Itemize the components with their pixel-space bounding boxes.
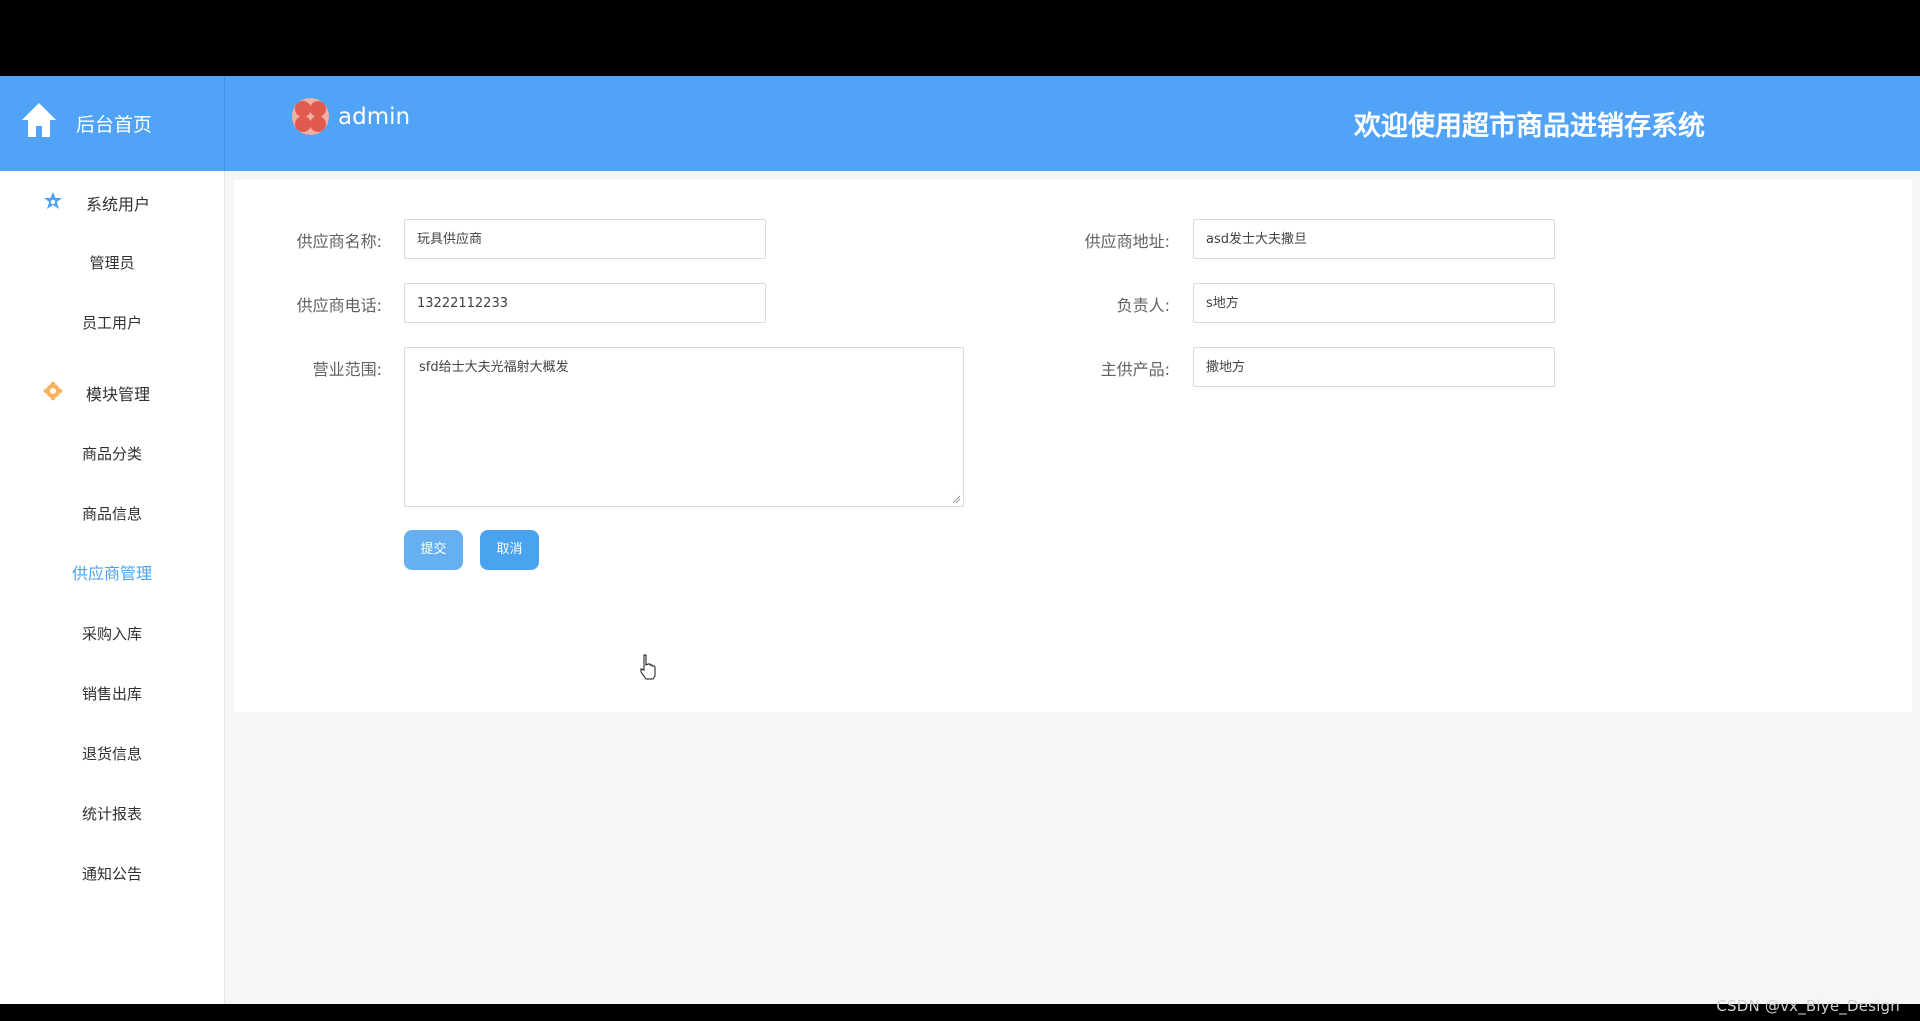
- menu-item-return-info[interactable]: 退货信息: [0, 724, 224, 784]
- app-shell: 后台首页 admin 欢迎使用超市商品进销存系统 系统用户 管理员 员工用户 模…: [0, 76, 1920, 1004]
- supplier-name-label: 供应商名称:: [296, 232, 382, 251]
- menu-item-notice[interactable]: 通知公告: [0, 844, 224, 904]
- gear-icon: [43, 381, 63, 401]
- supplier-form-card: 供应商名称: 玩具供应商 供应商地址: asd发士大夫撒旦 供应商电话: 132…: [234, 180, 1912, 712]
- supplier-phone-input[interactable]: 13222112233: [404, 283, 766, 323]
- user-info[interactable]: admin: [292, 98, 410, 135]
- menu-group-module-management[interactable]: 模块管理: [0, 361, 224, 421]
- watermark: CSDN @vx_Biye_Design: [1716, 997, 1900, 1015]
- home-link[interactable]: 后台首页: [0, 76, 225, 171]
- supplier-phone-label: 供应商电话:: [296, 296, 382, 315]
- menu-group-system-users[interactable]: 系统用户: [0, 171, 224, 231]
- menu-item-sales-outbound[interactable]: 销售出库: [0, 664, 224, 724]
- menu-group-label: 系统用户: [86, 195, 151, 214]
- avatar[interactable]: [292, 98, 329, 135]
- menu-item-staff-users[interactable]: 员工用户: [0, 293, 224, 353]
- menu-group-label: 模块管理: [86, 385, 151, 404]
- menu-item-admin[interactable]: 管理员: [0, 233, 224, 293]
- home-label: 后台首页: [76, 114, 153, 136]
- user-name: admin: [338, 103, 411, 130]
- main-product-label: 主供产品:: [1100, 360, 1170, 379]
- top-header: 后台首页 admin 欢迎使用超市商品进销存系统: [0, 76, 1920, 171]
- supplier-address-label: 供应商地址:: [1084, 232, 1170, 251]
- home-icon: [22, 103, 56, 137]
- supplier-address-input[interactable]: asd发士大夫撒旦: [1193, 219, 1555, 259]
- main-product-input[interactable]: 撒地方: [1193, 347, 1555, 387]
- welcome-title: 欢迎使用超市商品进销存系统: [1354, 111, 1705, 142]
- business-scope-label: 营业范围:: [312, 360, 382, 379]
- menu-item-product-info[interactable]: 商品信息: [0, 484, 224, 544]
- resize-handle-icon[interactable]: [952, 495, 961, 504]
- contact-person-input[interactable]: s地方: [1193, 283, 1555, 323]
- star-icon: [44, 192, 62, 209]
- menu-item-statistics-report[interactable]: 统计报表: [0, 784, 224, 844]
- contact-person-label: 负责人:: [1116, 296, 1170, 315]
- cancel-button[interactable]: 取消: [480, 530, 539, 570]
- submit-button[interactable]: 提交: [404, 530, 463, 570]
- supplier-name-input[interactable]: 玩具供应商: [404, 219, 766, 259]
- menu-item-product-category[interactable]: 商品分类: [0, 424, 224, 484]
- menu-item-purchase-inbound[interactable]: 采购入库: [0, 604, 224, 664]
- mouse-cursor-icon: [640, 654, 656, 680]
- business-scope-text: sfd给士大夫光福射大概发: [419, 360, 569, 375]
- business-scope-textarea[interactable]: sfd给士大夫光福射大概发: [404, 347, 964, 507]
- menu-item-supplier-management[interactable]: 供应商管理: [0, 544, 224, 604]
- sidebar: 系统用户 管理员 员工用户 模块管理 商品分类 商品信息 供应商管理 采购入库 …: [0, 171, 225, 1004]
- footer-bar: CSDN @vx_Biye_Design: [0, 997, 1920, 1021]
